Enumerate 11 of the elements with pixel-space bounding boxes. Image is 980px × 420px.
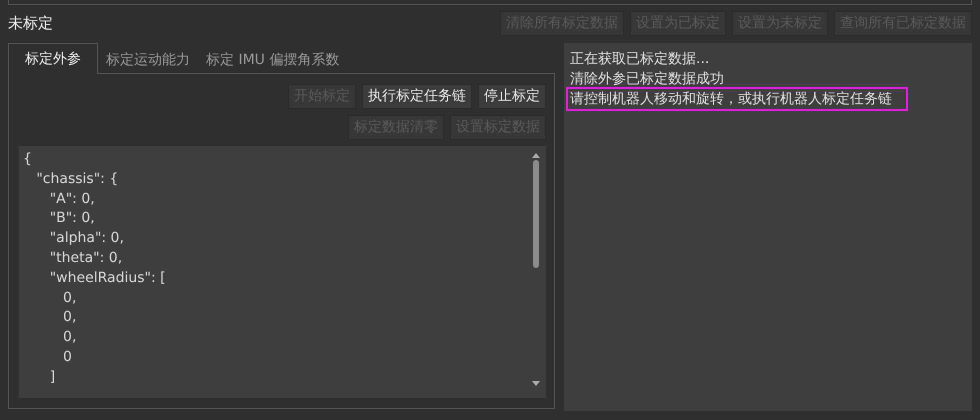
tab[interactable]: 标定 IMU 偏摆角系数 <box>198 47 348 73</box>
log-message: 正在获取已标定数据... <box>569 50 710 69</box>
json-text: { "chassis": { "A": 0, "B": 0, "alpha": 0, "theta": 0, "wheelRadius": [ 0, 0, 0, 0 ] <box>23 150 167 387</box>
tab[interactable]: 标定外参 <box>8 43 98 74</box>
log-message: 请控制机器人移动和旋转，或执行机器人标定任务链 <box>568 89 906 109</box>
log-message: 清除外参已标定数据成功 <box>569 70 725 89</box>
action-button[interactable]: 停止标定 <box>478 84 546 109</box>
json-editor[interactable]: { "chassis": { "A": 0, "B": 0, "alpha": 0, "theta": 0, "wheelRadius": [ 0, 0, 0, 0 ] <box>19 146 546 398</box>
calibration-status: 未标定 <box>8 14 53 32</box>
tab[interactable]: 标定运动能力 <box>98 47 198 73</box>
action-button[interactable]: 执行标定任务链 <box>362 84 472 109</box>
